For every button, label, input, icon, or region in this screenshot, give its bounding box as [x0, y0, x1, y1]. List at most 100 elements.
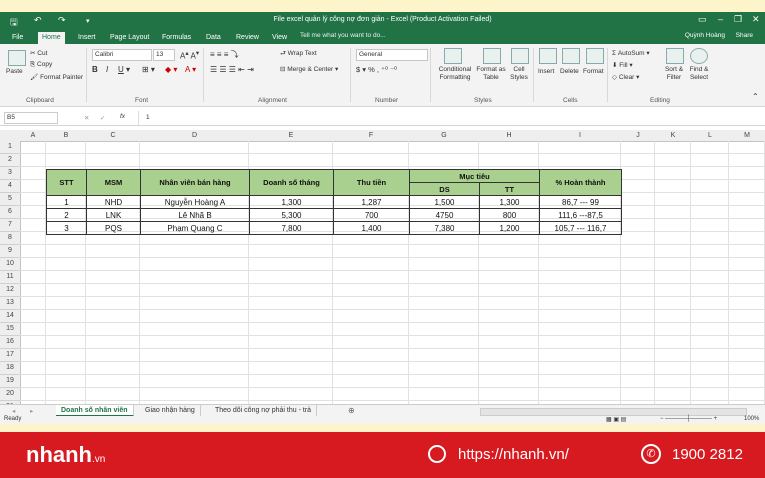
conditional-formatting-icon[interactable] — [444, 48, 462, 64]
cell-msm[interactable]: PQS — [86, 221, 141, 235]
column-header[interactable]: D — [140, 130, 250, 142]
cell-collected[interactable]: 1,400 — [333, 221, 410, 235]
share-button[interactable]: Share — [736, 32, 753, 39]
number-format-select[interactable]: General — [356, 49, 428, 61]
cell-stt[interactable]: 1 — [46, 195, 87, 209]
cell-target-tt[interactable]: 1,200 — [479, 221, 540, 235]
grow-font-icon[interactable]: A▴ A▾ — [180, 49, 199, 61]
cell-target-ds[interactable]: 1,500 — [409, 195, 480, 209]
row-header[interactable]: 9 — [0, 245, 21, 258]
row-header[interactable]: 16 — [0, 336, 21, 349]
cell-completion[interactable]: 105,7 --- 116,7 — [539, 221, 622, 235]
row-header[interactable]: 20 — [0, 388, 21, 401]
maximize-icon[interactable]: ❐ — [734, 14, 742, 25]
collapse-ribbon-icon[interactable]: ⌃ — [752, 92, 759, 101]
column-header[interactable]: B — [46, 130, 87, 142]
website-link[interactable]: https://nhanh.vn/ — [458, 446, 569, 463]
column-header[interactable]: K — [655, 130, 692, 142]
copy-button[interactable]: ⎘ Copy — [30, 61, 52, 69]
column-header[interactable]: F — [333, 130, 410, 142]
accounting-format-icon[interactable]: $ ▾ % , ⁺⁰ ⁻⁰ — [356, 65, 397, 74]
cell-styles-button[interactable]: Cell Styles — [506, 66, 532, 82]
merge-center-button[interactable]: ⊟ Merge & Center ▾ — [280, 65, 338, 73]
insert-function-button[interactable]: fx — [120, 113, 125, 120]
cell-monthly-sales[interactable]: 7,800 — [249, 221, 334, 235]
align-left-icon[interactable]: ☰ ☰ ☰ ⇤ ⇥ — [210, 65, 254, 74]
cell-completion[interactable]: 111,6 ---87,5 — [539, 208, 622, 222]
column-header[interactable]: H — [479, 130, 540, 142]
prev-sheet-icon[interactable]: ◂ — [12, 407, 15, 415]
borders-icon[interactable]: ⊞ ▾ — [142, 65, 155, 74]
cell-completion[interactable]: 86,7 --- 99 — [539, 195, 622, 209]
row-header[interactable]: 6 — [0, 206, 21, 219]
hotline-number[interactable]: 1900 2812 — [672, 446, 743, 463]
cell-collected[interactable]: 1,287 — [333, 195, 410, 209]
format-table-button[interactable]: Format as Table — [474, 66, 508, 82]
header-target-tt[interactable]: TT — [479, 182, 540, 196]
row-header[interactable]: 2 — [0, 154, 21, 167]
row-header[interactable]: 5 — [0, 193, 21, 206]
cell-stt[interactable]: 2 — [46, 208, 87, 222]
cell-styles-icon[interactable] — [511, 48, 529, 64]
format-painter-button[interactable]: 🖌 Format Painter — [30, 73, 83, 81]
header-target[interactable]: Mục tiêu — [409, 169, 540, 183]
row-header[interactable]: 19 — [0, 375, 21, 388]
cell-msm[interactable]: LNK — [86, 208, 141, 222]
column-header[interactable]: L — [691, 130, 730, 142]
cell-employee[interactable]: Phạm Quang C — [140, 221, 250, 235]
delete-cells-icon[interactable] — [562, 48, 580, 64]
header-monthly-sales[interactable]: Doanh số tháng — [249, 169, 334, 196]
cell-msm[interactable]: NHD — [86, 195, 141, 209]
enter-icon[interactable]: ✓ — [100, 114, 105, 122]
tab-insert[interactable]: Insert — [74, 32, 100, 44]
tab-file[interactable]: File — [8, 32, 27, 44]
row-header[interactable]: 15 — [0, 323, 21, 336]
cell-employee[interactable]: Lê Nhã B — [140, 208, 250, 222]
formula-input[interactable]: 1 — [146, 114, 150, 121]
column-header[interactable]: M — [729, 130, 765, 142]
wrap-text-button[interactable]: ⮐ Wrap Text — [280, 49, 317, 60]
format-cells-button[interactable]: Format — [583, 68, 604, 75]
tab-review[interactable]: Review — [232, 32, 263, 44]
cancel-icon[interactable]: ✕ — [84, 114, 89, 122]
cut-button[interactable]: ✂ Cut — [30, 49, 47, 57]
fill-color-icon[interactable]: ◆ ▾ — [165, 65, 177, 74]
tab-view[interactable]: View — [268, 32, 291, 44]
align-top-icon[interactable]: ≡ ≡ ≡ ⤵ — [210, 49, 239, 60]
italic-button[interactable]: I — [106, 65, 108, 74]
header-stt[interactable]: STT — [46, 169, 87, 196]
font-size-select[interactable]: 13 — [153, 49, 175, 61]
row-header[interactable]: 7 — [0, 219, 21, 232]
column-header[interactable]: I — [539, 130, 622, 142]
column-header[interactable]: E — [249, 130, 334, 142]
sort-filter-button[interactable]: Sort & Filter — [661, 66, 687, 82]
format-table-icon[interactable] — [483, 48, 501, 64]
row-header[interactable]: 11 — [0, 271, 21, 284]
paste-button[interactable]: Paste — [6, 68, 23, 75]
tab-formulas[interactable]: Formulas — [158, 32, 195, 44]
tab-home[interactable]: Home — [38, 32, 65, 44]
header-target-ds[interactable]: DS — [409, 182, 480, 196]
row-header[interactable]: 12 — [0, 284, 21, 297]
column-header[interactable]: G — [409, 130, 480, 142]
cell-target-tt[interactable]: 1,300 — [479, 195, 540, 209]
autosum-button[interactable]: Σ AutoSum ▾ — [612, 49, 650, 57]
sort-filter-icon[interactable] — [666, 48, 684, 64]
next-sheet-icon[interactable]: ▸ — [30, 407, 33, 415]
font-name-select[interactable]: Calibri — [92, 49, 152, 61]
insert-cells-button[interactable]: Insert — [538, 68, 554, 75]
row-header[interactable]: 3 — [0, 167, 21, 180]
header-employee[interactable]: Nhân viên bán hàng — [140, 169, 250, 196]
row-header[interactable]: 4 — [0, 180, 21, 193]
cell-target-ds[interactable]: 4750 — [409, 208, 480, 222]
cell-employee[interactable]: Nguyễn Hoàng A — [140, 195, 250, 209]
column-header[interactable]: C — [86, 130, 141, 142]
horizontal-scrollbar[interactable] — [480, 408, 747, 416]
find-select-icon[interactable] — [690, 48, 708, 64]
ribbon-display-icon[interactable]: ▭ — [698, 14, 707, 25]
row-header[interactable]: 14 — [0, 310, 21, 323]
cell-target-tt[interactable]: 800 — [479, 208, 540, 222]
header-completion[interactable]: % Hoàn thành — [539, 169, 622, 196]
underline-button[interactable]: U ▾ — [118, 65, 130, 74]
delete-cells-button[interactable]: Delete — [560, 68, 579, 75]
